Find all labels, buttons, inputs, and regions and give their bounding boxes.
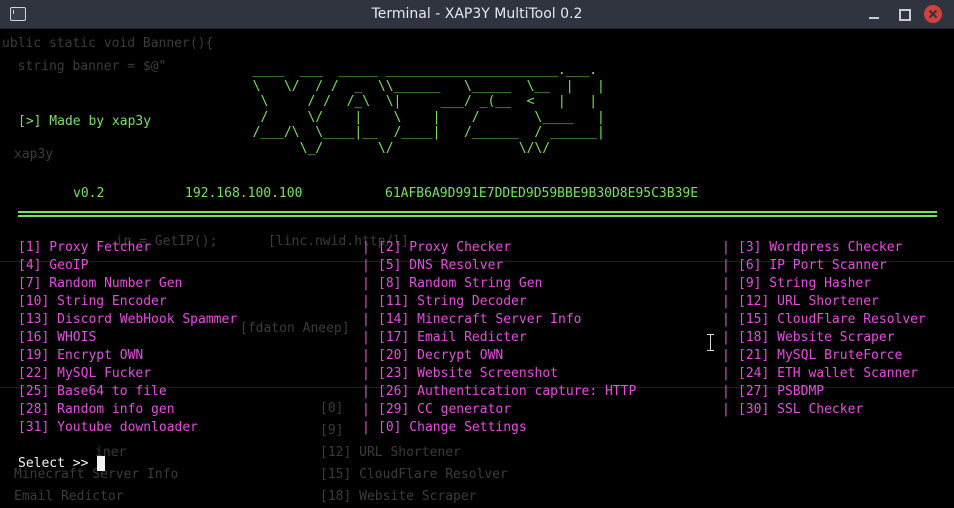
column-separator: |: [362, 276, 370, 291]
menu-item[interactable]: [16] WHOIS: [18, 329, 96, 347]
menu-item[interactable]: [20] Decrypt OWN: [378, 347, 503, 365]
menu-item[interactable]: [28] Random info gen: [18, 401, 175, 419]
column-separator: |: [722, 348, 730, 363]
column-separator: |: [362, 420, 370, 435]
ghost-line: Email Redictor: [14, 489, 124, 504]
menu-item[interactable]: [13] Discord WebHook Spammer: [18, 311, 237, 329]
column-separator: |: [722, 312, 730, 327]
column-separator: |: [362, 258, 370, 273]
column-separator: |: [722, 330, 730, 345]
column-separator: |: [722, 258, 730, 273]
menu-item[interactable]: [6] IP Port Scanner: [738, 257, 887, 275]
menu-item[interactable]: [25] Base64 to file: [18, 383, 167, 401]
menu-item[interactable]: [12] URL Shortener: [738, 293, 879, 311]
menu-item[interactable]: [8] Random String Gen: [378, 275, 542, 293]
ghost-line: string banner = $@": [2, 59, 167, 74]
menu-item[interactable]: [18] Website Scraper: [738, 329, 895, 347]
menu-item[interactable]: [22] MySQL Fucker: [18, 365, 151, 383]
ghost-line: [18] Website Scraper: [320, 489, 477, 504]
ghost-line: [0]: [320, 401, 344, 416]
menu-item[interactable]: [0] Change Settings: [378, 419, 527, 437]
menu-item[interactable]: [7] Random Number Gen: [18, 275, 182, 293]
column-separator: |: [362, 330, 370, 345]
close-icon[interactable]: [924, 5, 942, 23]
column-separator: |: [722, 240, 730, 255]
menu-item[interactable]: [4] GeoIP: [18, 257, 88, 275]
column-separator: |: [362, 240, 370, 255]
column-separator: |: [362, 366, 370, 381]
menu-item[interactable]: [14] Minecraft Server Info: [378, 311, 582, 329]
menu-item[interactable]: [27] PSBDMP: [738, 383, 824, 401]
column-separator: |: [722, 366, 730, 381]
column-separator: |: [722, 276, 730, 291]
menu-item[interactable]: [1] Proxy Fetcher: [18, 239, 151, 257]
select-prompt: Select >>: [18, 456, 97, 471]
column-separator: |: [722, 294, 730, 309]
ghost-line: [fdaton Aneep]: [240, 321, 350, 336]
menu-item[interactable]: [3] Wordpress Checker: [738, 239, 902, 257]
menu-item[interactable]: [31] Youtube downloader: [18, 419, 198, 437]
menu-item[interactable]: [21] MySQL BruteForce: [738, 347, 902, 365]
minimize-icon[interactable]: [866, 6, 882, 22]
title-bar[interactable]: Terminal - XAP3Y MultiTool 0.2: [0, 0, 954, 29]
text-cursor-icon: [706, 334, 715, 351]
divider-bottom: [18, 215, 937, 217]
menu-item[interactable]: [2] Proxy Checker: [378, 239, 511, 257]
menu-item[interactable]: [30] SSL Checker: [738, 401, 863, 419]
input-cursor[interactable]: [97, 456, 105, 471]
menu-item[interactable]: [15] CloudFlare Resolver: [738, 311, 926, 329]
column-separator: |: [362, 402, 370, 417]
ghost-line: [15] CloudFlare Resolver: [320, 467, 508, 482]
column-separator: |: [722, 384, 730, 399]
hwid-value: 61AFB6A9D991E7DDED9D59BBE9B30D8E95C3B39E: [385, 186, 699, 201]
version-label: v0.2: [73, 186, 105, 201]
maximize-icon[interactable]: [896, 6, 912, 22]
menu-item[interactable]: [26] Authentication capture: HTTP: [378, 383, 636, 401]
ip-address: 192.168.100.100: [185, 186, 303, 201]
menu-item[interactable]: [29] CC generator: [378, 401, 511, 419]
ghost-line: [9]: [320, 423, 344, 438]
menu-item[interactable]: [11] String Decoder: [378, 293, 527, 311]
divider-top: [18, 211, 937, 213]
ghost-line: ublic static void Banner(){: [2, 36, 214, 51]
column-separator: |: [362, 348, 370, 363]
ghost-line: xap3y: [14, 147, 54, 162]
menu-item[interactable]: [17] Email Redicter: [378, 329, 527, 347]
terminal-viewport[interactable]: ublic static void Banner(){ string banne…: [0, 29, 954, 508]
menu-item[interactable]: [10] String Encoder: [18, 293, 167, 311]
menu-item[interactable]: [9] String Hasher: [738, 275, 871, 293]
menu-item[interactable]: [5] DNS Resolver: [378, 257, 503, 275]
column-separator: |: [362, 312, 370, 327]
column-separator: |: [722, 402, 730, 417]
terminal-window: Terminal - XAP3Y MultiTool 0.2 ublic sta…: [0, 0, 954, 508]
made-by-label: [>] Made by xap3y: [18, 114, 152, 129]
column-separator: |: [362, 294, 370, 309]
menu-item[interactable]: [24] ETH wallet Scanner: [738, 365, 918, 383]
window-title: Terminal - XAP3Y MultiTool 0.2: [371, 6, 583, 22]
menu-item[interactable]: [23] Website Screenshot: [378, 365, 558, 383]
ascii-logo: ____ ___ _____ ______________________.__…: [252, 63, 605, 156]
ghost-line: [12] URL Shortener: [320, 445, 461, 460]
menu-item[interactable]: [19] Encrypt OWN: [18, 347, 143, 365]
column-separator: |: [362, 384, 370, 399]
